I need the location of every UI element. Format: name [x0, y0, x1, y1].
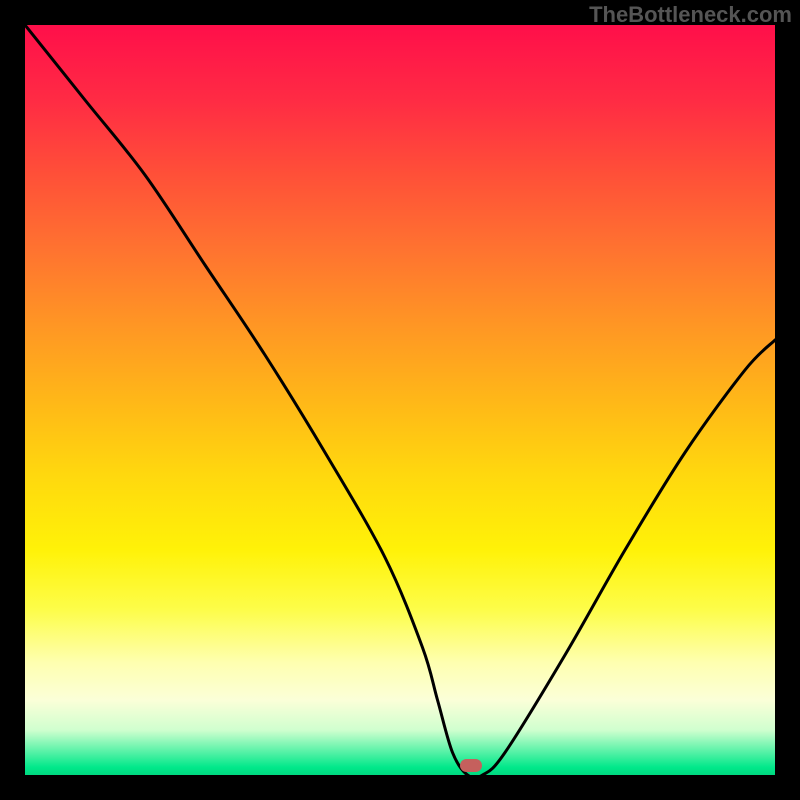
chart-frame: TheBottleneck.com — [0, 0, 800, 800]
bottleneck-curve — [25, 25, 775, 775]
optimal-point-marker — [460, 759, 482, 772]
plot-area — [25, 25, 775, 775]
watermark-label: TheBottleneck.com — [589, 2, 792, 28]
